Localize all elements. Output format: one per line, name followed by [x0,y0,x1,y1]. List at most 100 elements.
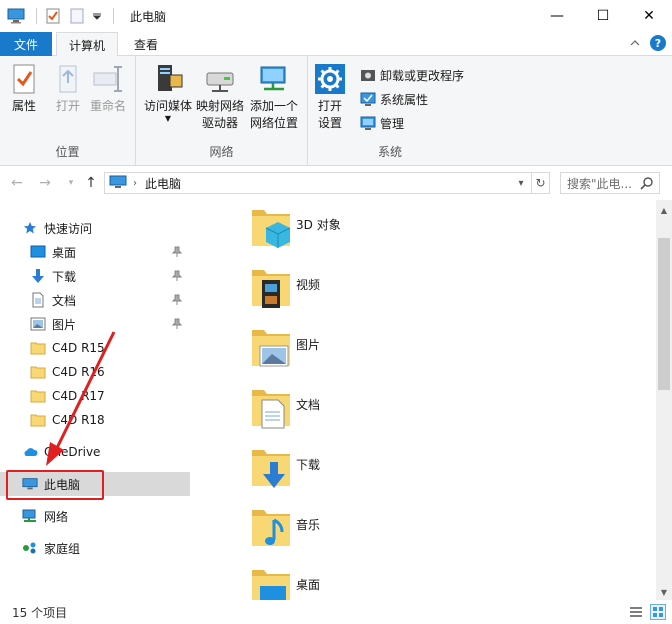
back-arrow-icon[interactable]: ← [8,174,26,192]
recent-locations-chevron-icon[interactable]: ▾ [62,174,80,192]
minimize-button[interactable]: — [534,0,580,32]
map-network-drive-button[interactable]: 映射网络 驱动器 [196,62,244,132]
address-bar[interactable]: › 此电脑 ▾ [104,172,532,194]
folder-videos[interactable]: 视频 [250,266,320,326]
window-controls: — ☐ ✕ [534,0,672,32]
computer-icon[interactable] [6,6,26,26]
refresh-button[interactable]: ↻ [532,172,550,194]
folder-name: 桌面 [296,578,321,592]
file-list: 3D 对象 视频 图片 文档 下载 音乐 桌面 [190,200,656,600]
properties-icon [8,62,40,96]
title-bar: 此电脑 — ☐ ✕ [0,0,672,32]
network-location-icon [258,62,290,96]
folder-3d-objects-icon [250,206,292,248]
nav-item-documents[interactable]: 文档 [0,288,190,312]
forward-arrow-icon[interactable]: → [36,174,54,192]
title-divider [113,8,114,24]
help-icon[interactable]: ? [650,35,666,51]
this-pc-icon [109,175,127,192]
tab-view[interactable]: 查看 [122,32,170,56]
toolbar-divider [36,8,37,24]
open-settings-label-2: 设置 [317,116,342,130]
tab-computer[interactable]: 计算机 [56,32,118,57]
add-network-location-button[interactable]: 添加一个 网络位置 [250,62,298,132]
system-properties-button[interactable]: 系统属性 [360,88,428,110]
new-folder-icon[interactable] [67,6,87,26]
homegroup-label: 家庭组 [44,541,81,556]
access-media-button[interactable]: 访问媒体 ▼ [144,62,192,123]
window-title: 此电脑 [130,9,167,24]
annotation-arrow [46,331,116,466]
folder-name: 文档 [296,398,321,412]
star-icon [22,220,38,236]
nav-homegroup[interactable]: 家庭组 [0,536,190,560]
scroll-up-icon[interactable]: ▲ [656,202,672,218]
quick-access-label: 快速访问 [44,221,93,236]
scrollbar-thumb[interactable] [658,238,670,390]
network-label: 网络 [44,509,69,524]
folder-documents-icon [250,386,292,429]
folder-3d-objects[interactable]: 3D 对象 [250,206,341,266]
address-dropdown-icon[interactable]: ▾ [513,175,529,191]
open-settings-button[interactable]: 打开 设置 [314,62,346,132]
properties-button[interactable]: 属性 [8,62,40,115]
view-toggle [628,604,666,620]
nav-item-label: 桌面 [52,245,77,260]
open-label: 打开 [55,99,80,113]
manage-label: 管理 [380,116,405,131]
folder-name: 图片 [296,338,321,352]
search-icon[interactable] [640,176,654,193]
open-settings-label-1: 打开 [317,99,342,113]
folder-name: 音乐 [296,518,321,532]
nav-item-desktop[interactable]: 桌面 [0,240,190,264]
pin-icon[interactable] [171,318,183,333]
collapse-ribbon-icon[interactable] [630,36,640,50]
quick-access-toolbar [0,0,107,32]
large-icons-view-icon[interactable] [650,604,666,620]
settings-gear-icon [314,62,346,96]
uninstall-icon [360,67,376,83]
system-group-label: 系统 [377,145,402,159]
search-box[interactable]: 搜索"此电... [560,172,660,194]
folder-documents[interactable]: 文档 [250,386,320,446]
highlight-box [6,470,104,500]
folder-pictures-icon [250,326,292,368]
folder-name: 3D 对象 [296,218,341,232]
properties-label: 属性 [11,99,36,113]
open-button[interactable]: 打开 [52,62,84,115]
rename-button[interactable]: 重命名 [90,62,126,115]
status-bar: 15 个项目 [0,600,672,624]
folder-downloads-icon [250,446,292,488]
folder-music-icon [250,506,292,548]
up-arrow-icon[interactable]: ↑ [82,174,100,192]
breadcrumb-this-pc[interactable]: 此电脑 [145,175,181,192]
nav-item-downloads[interactable]: 下载 [0,264,190,288]
desktop-icon [30,244,46,260]
nav-item-label: 文档 [52,293,77,308]
folder-downloads[interactable]: 下载 [250,446,320,506]
nav-network[interactable]: 网络 [0,504,190,528]
vertical-scrollbar[interactable]: ▲ ▼ [656,200,672,600]
breadcrumb-chevron-icon[interactable]: › [133,178,137,189]
map-drive-label-2: 驱动器 [202,116,239,130]
nav-quick-access[interactable]: 快速访问 [0,216,190,240]
map-drive-label-1: 映射网络 [196,99,245,113]
folder-name: 下载 [296,458,321,472]
uninstall-program-button[interactable]: 卸载或更改程序 [360,64,464,86]
tab-file[interactable]: 文件 [0,32,52,56]
manage-button[interactable]: 管理 [360,112,404,134]
details-view-icon[interactable] [628,604,644,620]
pin-icon[interactable] [171,246,183,261]
properties-check-icon[interactable] [43,6,63,26]
folder-music[interactable]: 音乐 [250,506,320,566]
pin-icon[interactable] [171,294,183,309]
customize-toolbar-dropdown-icon[interactable] [91,6,103,26]
location-group-label: 位置 [55,145,80,159]
pin-icon[interactable] [171,270,183,285]
maximize-button[interactable]: ☐ [580,0,626,32]
add-location-label-2: 网络位置 [250,116,299,130]
folder-pictures[interactable]: 图片 [250,326,320,386]
scroll-down-icon[interactable]: ▼ [656,584,672,600]
close-button[interactable]: ✕ [626,0,672,32]
open-icon [52,62,84,96]
